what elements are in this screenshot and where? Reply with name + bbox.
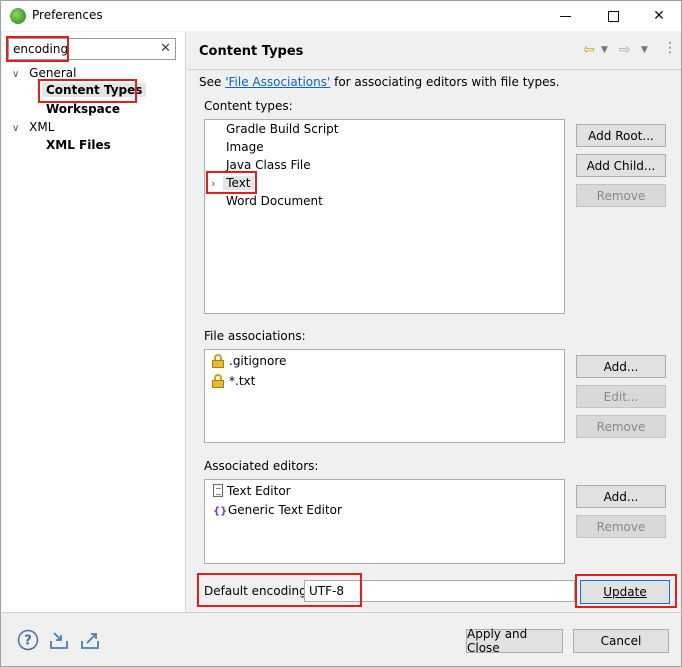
remove-editor-button[interactable]: Remove <box>576 515 666 538</box>
filter-input[interactable]: encoding ✕ <box>8 38 176 60</box>
remove-association-button[interactable]: Remove <box>576 415 666 438</box>
text-editor-icon <box>213 484 223 497</box>
associated-editors-list[interactable]: Text Editor {}Generic Text Editor <box>204 479 565 564</box>
lock-icon <box>212 374 224 388</box>
chevron-down-icon: ∨ <box>12 123 20 134</box>
header-separator <box>187 69 681 70</box>
window-title: Preferences <box>32 8 103 22</box>
list-item[interactable]: {}Generic Text Editor <box>213 503 342 517</box>
preferences-tree-pane: encoding ✕ ∨ General Content Types Works… <box>2 32 186 612</box>
import-icon[interactable] <box>48 629 70 651</box>
list-item[interactable]: Word Document <box>226 194 323 208</box>
maximize-button[interactable] <box>591 1 635 31</box>
clear-filter-icon[interactable]: ✕ <box>160 41 171 56</box>
footer-separator <box>2 612 682 613</box>
content-types-tree[interactable]: Gradle Build Script Image Java Class Fil… <box>204 119 565 314</box>
more-options-icon[interactable]: ⋮ <box>663 40 677 56</box>
chevron-down-icon: ∨ <box>12 69 20 80</box>
list-item[interactable]: Gradle Build Script <box>226 122 338 136</box>
page-title: Content Types <box>199 44 304 59</box>
add-association-button[interactable]: Add... <box>576 355 666 378</box>
title-bar: Preferences ✕ <box>1 1 681 31</box>
back-arrow-icon[interactable]: ⇦ <box>583 42 595 58</box>
filter-text: encoding <box>13 42 69 56</box>
list-item[interactable]: *.txt <box>212 374 255 388</box>
list-item[interactable]: Image <box>226 140 264 154</box>
cancel-button[interactable]: Cancel <box>573 629 669 653</box>
edit-association-button[interactable]: Edit... <box>576 385 666 408</box>
tree-item-xml-files[interactable]: XML Files <box>46 138 111 152</box>
apply-and-close-button[interactable]: Apply and Close <box>466 627 563 655</box>
forward-menu-icon[interactable]: ▼ <box>641 45 648 55</box>
default-encoding-label: Default encoding: <box>204 584 311 598</box>
help-icon[interactable]: ? <box>17 629 39 651</box>
content-types-page: Content Types ⇦ ▼ ⇨ ▼ ⋮ See 'File Associ… <box>187 32 681 612</box>
minimize-icon <box>559 15 571 17</box>
chevron-right-icon: › <box>211 177 216 190</box>
tree-item-general[interactable]: ∨ General <box>12 66 76 80</box>
list-item[interactable]: Text Editor <box>213 484 291 498</box>
list-item[interactable]: Java Class File <box>226 158 311 172</box>
add-child-button[interactable]: Add Child... <box>576 154 666 177</box>
maximize-icon <box>607 10 619 22</box>
back-menu-icon[interactable]: ▼ <box>601 45 608 55</box>
add-root-button[interactable]: Add Root... <box>576 124 666 147</box>
remove-content-type-button[interactable]: Remove <box>576 184 666 207</box>
generic-editor-icon: {} <box>213 506 228 517</box>
close-icon: ✕ <box>653 8 665 24</box>
export-icon[interactable] <box>79 629 101 651</box>
default-encoding-field[interactable]: UTF-8 <box>304 580 575 602</box>
list-item-selected[interactable]: › Text <box>211 176 254 190</box>
close-button[interactable]: ✕ <box>637 1 681 31</box>
forward-arrow-icon[interactable]: ⇨ <box>619 42 631 58</box>
file-associations-list[interactable]: .gitignore *.txt <box>204 349 565 443</box>
lock-icon <box>212 354 224 368</box>
content-types-label: Content types: <box>204 99 293 113</box>
preferences-window: Preferences ✕ encoding ✕ ∨ General Conte… <box>0 0 682 667</box>
associated-editors-label: Associated editors: <box>204 459 319 473</box>
file-associations-hint: See 'File Associations' for associating … <box>199 75 560 89</box>
spring-app-icon <box>10 8 26 24</box>
tree-item-workspace[interactable]: Workspace <box>46 102 120 116</box>
tree-item-xml[interactable]: ∨ XML <box>12 120 54 134</box>
update-button[interactable]: Update <box>580 580 670 604</box>
tree-item-content-types[interactable]: Content Types <box>42 83 147 97</box>
add-editor-button[interactable]: Add... <box>576 485 666 508</box>
list-item[interactable]: .gitignore <box>212 354 286 368</box>
file-associations-link[interactable]: 'File Associations' <box>225 75 330 89</box>
file-associations-label: File associations: <box>204 329 306 343</box>
svg-text:?: ? <box>24 634 32 649</box>
minimize-button[interactable] <box>543 1 587 31</box>
